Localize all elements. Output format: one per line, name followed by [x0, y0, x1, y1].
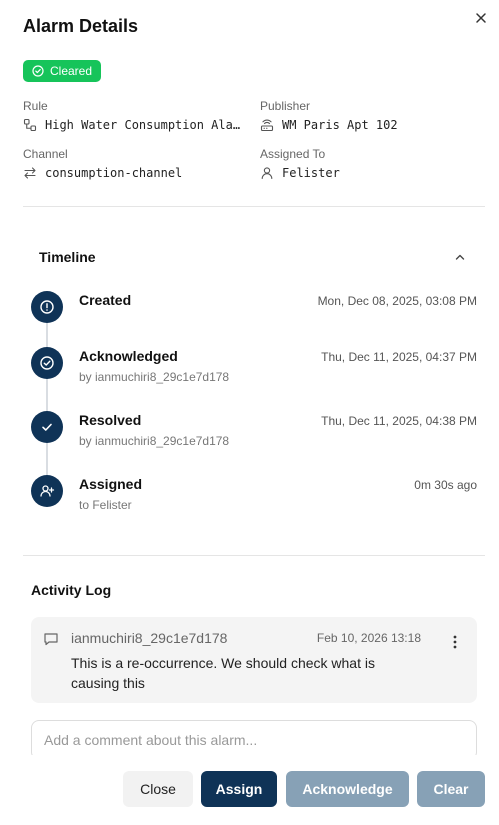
- timeline-sub: by ianmuchiri8_29c1e7d178: [79, 434, 230, 448]
- check-icon: [42, 423, 52, 431]
- timeline-title: Timeline: [39, 249, 96, 265]
- activity-entry-user: ianmuchiri8_29c1e7d178: [71, 630, 228, 646]
- user-plus-icon: [40, 485, 55, 497]
- alert-circle-icon: [40, 300, 54, 314]
- assigned-to-label: Assigned To: [260, 147, 326, 161]
- divider: [23, 555, 485, 556]
- channel-value: consumption-channel: [23, 166, 248, 180]
- message-icon: [44, 633, 58, 646]
- status-badge-label: Cleared: [50, 64, 93, 78]
- divider: [23, 206, 485, 207]
- workflow-icon: [23, 118, 37, 132]
- chevron-up-icon[interactable]: [453, 250, 467, 264]
- timeline-time: Thu, Dec 11, 2025, 04:37 PM: [321, 350, 477, 364]
- user-icon: [261, 167, 273, 180]
- timeline-dot: [31, 411, 63, 443]
- timeline-item-acknowledged: Acknowledged by ianmuchiri8_29c1e7d178 T…: [31, 347, 477, 387]
- timeline-time: Thu, Dec 11, 2025, 04:38 PM: [321, 414, 477, 428]
- publisher-label: Publisher: [260, 99, 311, 113]
- arrows-swap-icon: [24, 167, 36, 179]
- activity-entry-time: Feb 10, 2026 13:18: [316, 631, 421, 645]
- channel-label: Channel: [23, 147, 68, 161]
- timeline-time: Mon, Dec 08, 2025, 03:08 PM: [317, 294, 477, 308]
- rule-value: High Water Consumption Ala…: [23, 118, 248, 132]
- comment-input[interactable]: [31, 720, 477, 760]
- acknowledge-button[interactable]: Acknowledge: [286, 771, 409, 807]
- check-circle-icon: [32, 65, 44, 77]
- activity-log-title: Activity Log: [31, 582, 112, 598]
- activity-entry: ianmuchiri8_29c1e7d178 Feb 10, 2026 13:1…: [31, 617, 477, 703]
- timeline-label: Resolved: [79, 412, 142, 428]
- timeline-sub: by ianmuchiri8_29c1e7d178: [79, 370, 230, 384]
- timeline-item-created: Created Mon, Dec 08, 2025, 03:08 PM: [31, 291, 477, 331]
- assigned-to-value: Felister: [260, 166, 480, 180]
- clear-button[interactable]: Clear: [417, 771, 485, 807]
- activity-entry-text: This is a re-occurrence. We should check…: [71, 655, 375, 691]
- timeline-label: Assigned: [79, 476, 143, 492]
- timeline-dot: [31, 475, 63, 507]
- timeline-label: Created: [79, 292, 132, 308]
- more-vertical-icon[interactable]: [453, 635, 457, 649]
- timeline-time: 0m 30s ago: [414, 478, 477, 492]
- dialog-title: Alarm Details: [23, 16, 139, 36]
- rule-label: Rule: [23, 99, 48, 113]
- timeline-connector: [46, 320, 48, 490]
- timeline-label: Acknowledged: [79, 348, 178, 364]
- status-badge: Cleared: [23, 60, 102, 82]
- timeline-sub: to Felister: [79, 498, 132, 512]
- timeline-dot: [31, 347, 63, 379]
- timeline-dot: [31, 291, 63, 323]
- assign-button[interactable]: Assign: [201, 771, 277, 807]
- dialog-footer: Close Assign Acknowledge Clear: [0, 755, 499, 825]
- close-icon[interactable]: [473, 10, 489, 26]
- timeline-item-resolved: Resolved by ianmuchiri8_29c1e7d178 Thu, …: [31, 411, 477, 451]
- router-icon: [260, 119, 274, 132]
- close-button[interactable]: Close: [123, 771, 193, 807]
- check-circle-icon: [40, 356, 54, 370]
- publisher-value: WM Paris Apt 102: [260, 118, 480, 132]
- timeline-item-assigned: Assigned to Felister 0m 30s ago: [31, 475, 477, 515]
